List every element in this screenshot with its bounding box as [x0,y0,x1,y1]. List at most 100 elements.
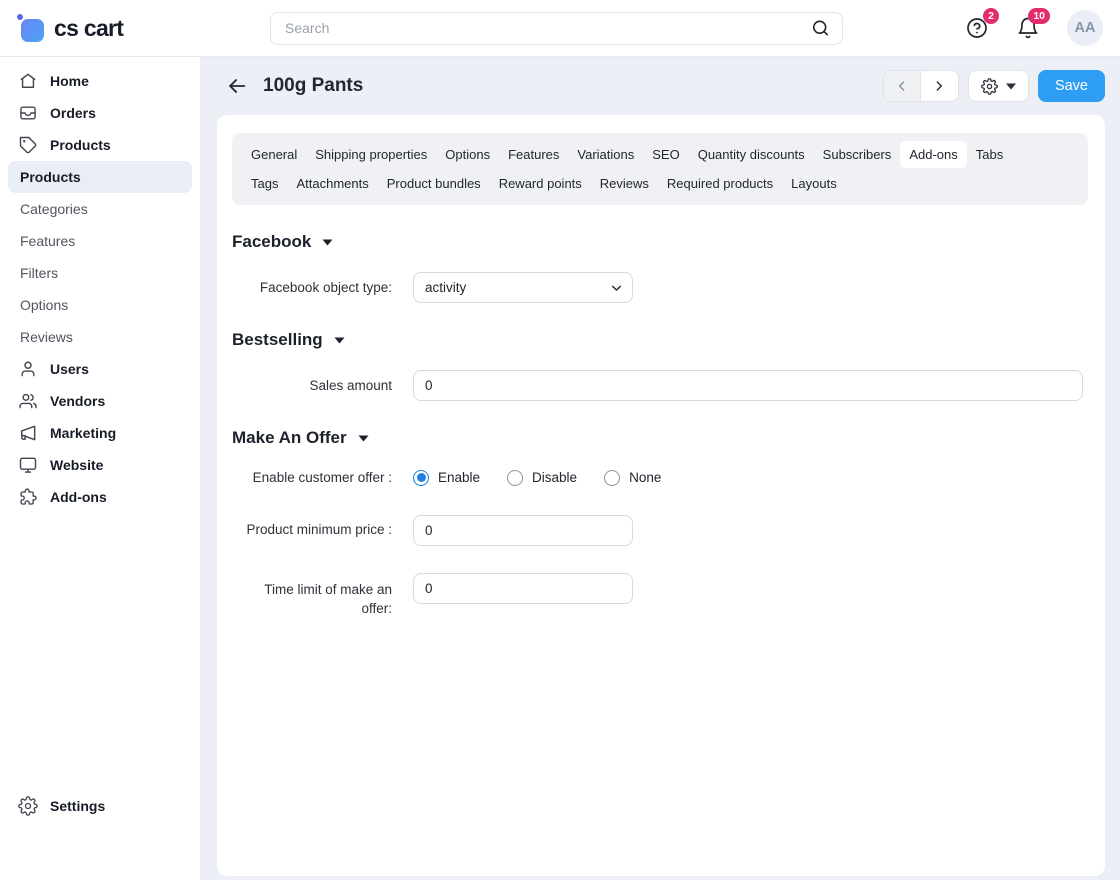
tab-subscribers[interactable]: Subscribers [814,141,901,168]
radio-option-none[interactable]: None [604,469,662,486]
sidebar-item-label: Marketing [50,425,117,441]
caret-down-icon [358,435,369,441]
prev-product-button[interactable] [883,71,921,101]
sidebar: Home Orders Products Products Categories… [0,57,200,880]
tab-features[interactable]: Features [499,141,568,168]
sidebar-item-label: Vendors [50,393,106,409]
sidebar-subitem-label: Categories [20,201,88,217]
sidebar-subitem-label: Features [20,233,76,249]
product-tabs: General Shipping properties Options Feat… [232,133,1088,205]
sidebar-item-addons[interactable]: Add-ons [0,481,200,513]
tab-quantity-discounts[interactable]: Quantity discounts [689,141,814,168]
sidebar-subitem-reviews[interactable]: Reviews [8,321,192,353]
search-input[interactable] [270,11,843,45]
sidebar-subitem-label: Options [20,297,69,313]
radio-disable[interactable] [507,469,524,486]
tab-product-bundles[interactable]: Product bundles [378,170,490,197]
main-content: 100g Pants Save General Shipping propert… [200,57,1120,880]
radio-enable-label: Enable [438,470,481,486]
page-title: 100g Pants [263,75,364,96]
sidebar-item-products[interactable]: Products [0,129,200,161]
sidebar-subitem-products[interactable]: Products [8,161,192,193]
radio-option-disable[interactable]: Disable [507,469,578,486]
sidebar-subitem-label: Filters [20,265,59,281]
time-limit-label: Time limit of make an offer: [264,581,392,617]
next-product-button[interactable] [920,71,958,101]
tab-row-2: Tags Attachments Product bundles Reward … [242,170,1078,197]
radio-none[interactable] [604,469,621,486]
time-limit-input[interactable] [413,572,633,604]
section-facebook-header[interactable]: Facebook [232,232,1088,252]
page-header: 100g Pants Save [217,57,1105,115]
sidebar-item-orders[interactable]: Orders [0,97,200,129]
tab-options[interactable]: Options [436,141,499,168]
tab-tags[interactable]: Tags [242,170,287,197]
cs-cart-logo-icon [17,14,44,42]
tab-variations[interactable]: Variations [568,141,643,168]
sidebar-subitem-label: Products [20,169,81,185]
search-icon[interactable] [811,19,830,38]
sidebar-item-marketing[interactable]: Marketing [0,417,200,449]
section-make-an-offer-header[interactable]: Make An Offer [232,428,1088,448]
facebook-object-type-label: Facebook object type: [259,279,392,295]
facebook-object-type-select-wrap: activity [413,272,633,303]
sidebar-item-label: Home [50,73,89,89]
chevron-left-icon [898,81,905,91]
tab-general[interactable]: General [242,141,306,168]
sidebar-item-vendors[interactable]: Vendors [0,385,200,417]
sidebar-item-home[interactable]: Home [0,65,200,97]
tab-addons[interactable]: Add-ons [900,141,967,168]
app-logo[interactable]: cs cart [0,14,200,42]
sidebar-subitem-label: Reviews [20,329,73,345]
help-button[interactable]: 2 [965,8,999,40]
product-minimum-price-input[interactable] [413,514,633,546]
radio-none-label: None [629,470,662,486]
sales-amount-input[interactable] [413,370,1083,401]
sidebar-subitem-categories[interactable]: Categories [8,193,192,225]
sidebar-subitem-filters[interactable]: Filters [8,257,192,289]
section-make-an-offer-title: Make An Offer [232,428,347,447]
sidebar-item-website[interactable]: Website [0,449,200,481]
sidebar-item-label: Website [50,457,104,473]
tab-attachments[interactable]: Attachments [287,170,377,197]
sales-amount-row: Sales amount [232,370,1088,401]
radio-option-enable[interactable]: Enable [413,469,481,486]
tab-required-products[interactable]: Required products [658,170,782,197]
tab-layouts[interactable]: Layouts [782,170,846,197]
home-icon [20,73,36,88]
sidebar-subitem-options[interactable]: Options [8,289,192,321]
page-settings-dropdown-button[interactable] [967,70,1029,102]
notifications-button[interactable]: 10 [1016,8,1050,40]
facebook-object-type-row: Facebook object type: activity [232,272,1088,303]
tab-seo[interactable]: SEO [643,141,688,168]
chevron-right-icon [937,81,943,91]
caret-down-icon [334,337,345,343]
enable-customer-offer-row: Enable customer offer : Enable Disable N… [232,468,1088,488]
header-controls: Save [882,70,1105,102]
save-button[interactable]: Save [1037,70,1105,102]
user-avatar[interactable]: AA [1067,10,1103,46]
radio-disable-label: Disable [532,470,578,486]
tab-tabs[interactable]: Tabs [967,141,1012,168]
tab-shipping-properties[interactable]: Shipping properties [306,141,436,168]
back-button[interactable] [224,73,250,99]
tab-row-1: General Shipping properties Options Feat… [242,141,1078,168]
section-bestselling-title: Bestselling [232,330,323,349]
tab-reviews[interactable]: Reviews [591,170,658,197]
marketing-icon [21,425,36,441]
tab-reward-points[interactable]: Reward points [490,170,591,197]
sales-amount-label: Sales amount [309,377,392,393]
time-limit-row: Time limit of make an offer: [232,572,1088,619]
facebook-object-type-select[interactable]: activity [413,272,633,303]
topbar-actions: 2 10 AA [965,8,1120,46]
radio-enable[interactable] [413,469,429,486]
caret-down-icon [1005,83,1016,89]
product-minimum-price-row: Product minimum price : [232,514,1088,546]
section-bestselling-header[interactable]: Bestselling [232,330,1088,350]
sidebar-item-settings[interactable]: Settings [0,790,200,822]
orders-icon [20,106,36,120]
sidebar-subitem-features[interactable]: Features [8,225,192,257]
sidebar-item-users[interactable]: Users [0,353,200,385]
logo-text: cs cart [54,14,124,41]
enable-customer-offer-label: Enable customer offer : [252,470,392,485]
